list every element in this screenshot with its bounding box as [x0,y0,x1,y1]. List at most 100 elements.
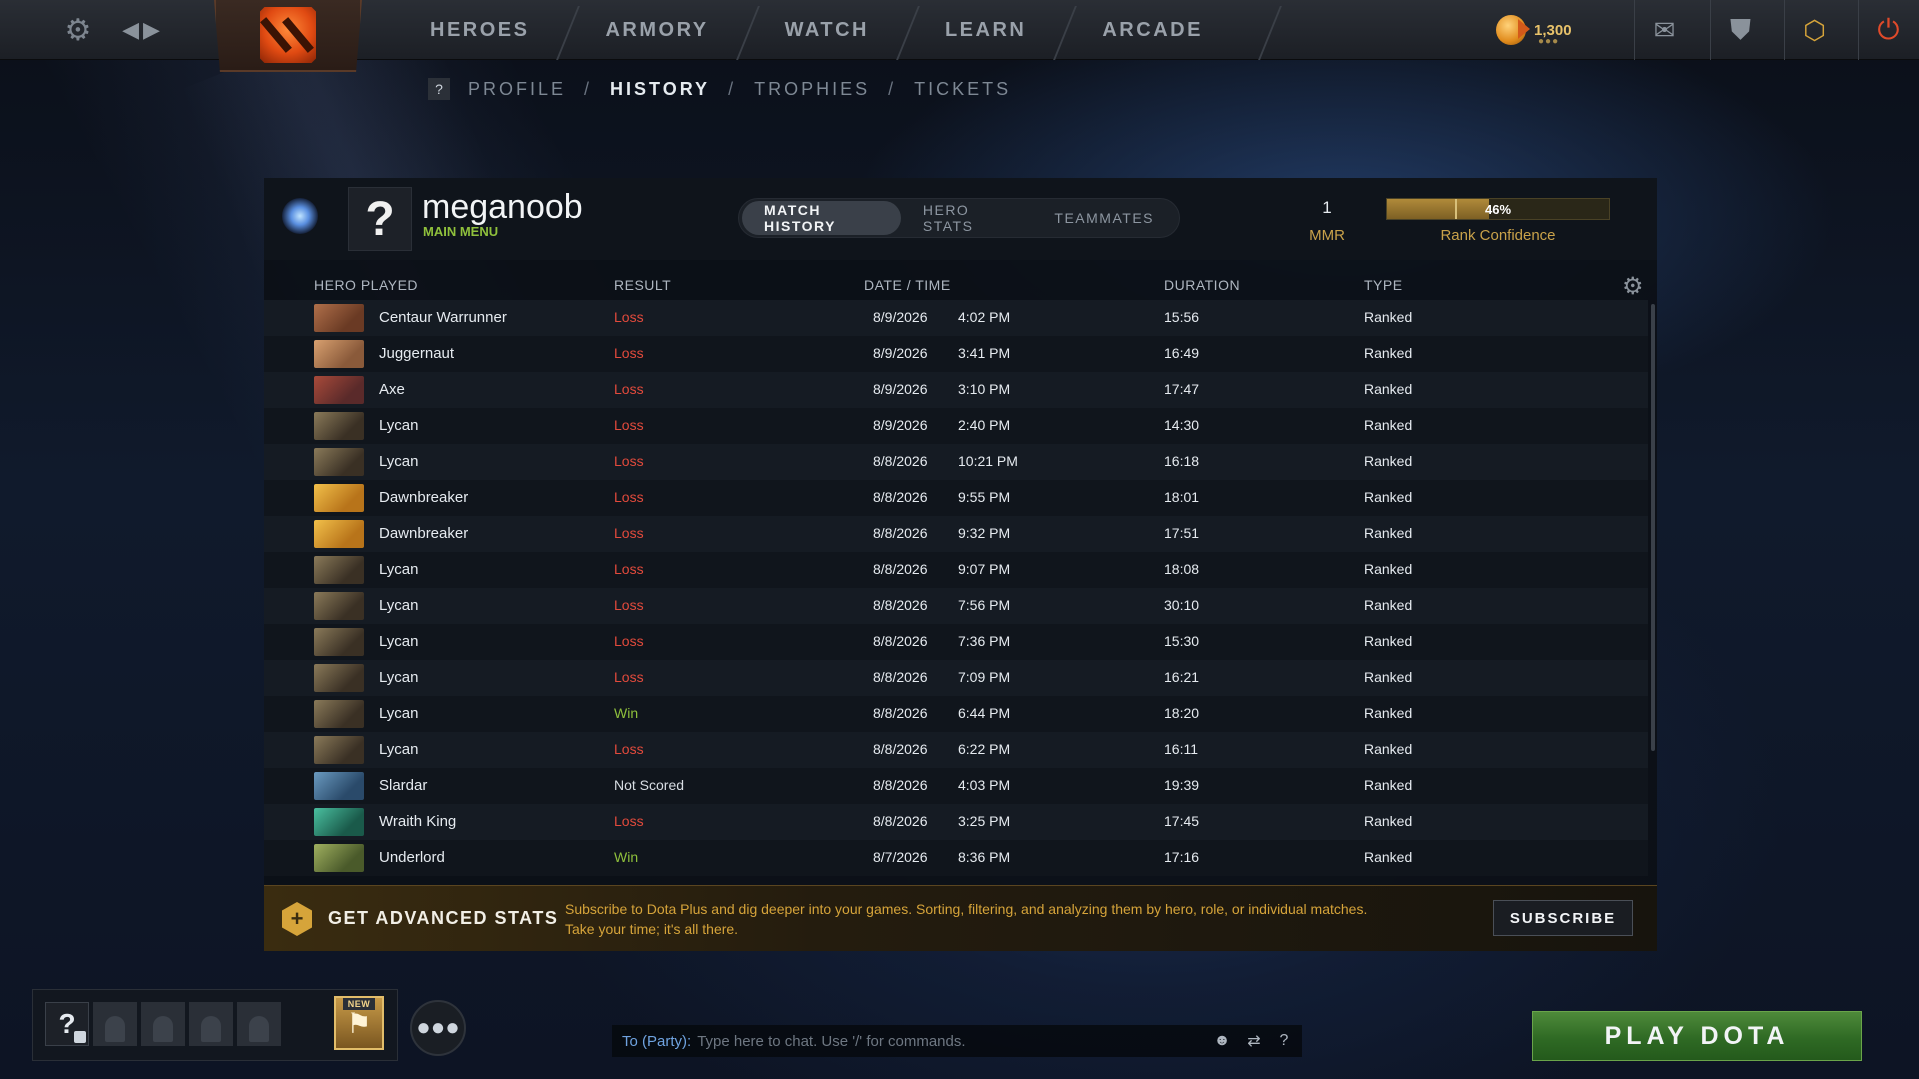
table-row[interactable]: Underlord Win 8/7/2026 8:36 PM 17:16 Ranked [264,840,1648,876]
table-settings-gear-icon[interactable]: ⚙ [1622,272,1644,301]
match-duration: 17:47 [1164,381,1200,397]
emoticon-icon[interactable]: ☻ [1210,1029,1234,1053]
tab-hero-stats[interactable]: HERO STATS [901,201,1033,235]
match-result: Loss [614,813,644,829]
scrollbar[interactable] [1651,304,1655,751]
match-type: Ranked [1364,453,1413,469]
match-result: Loss [614,597,644,613]
match-duration: 18:01 [1164,489,1200,505]
hero-name: Lycan [379,741,419,758]
table-row[interactable]: Lycan Win 8/8/2026 6:44 PM 18:20 Ranked [264,696,1648,732]
person-silhouette-icon [249,1016,269,1042]
shards-display[interactable]: 1,300 ●●● [1496,10,1572,50]
match-type: Ranked [1364,381,1413,397]
match-time: 4:03 PM [958,777,1011,793]
chat-wheel-icon[interactable]: ⇄ [1242,1029,1266,1053]
column-duration[interactable]: DURATION [1164,277,1240,293]
table-row[interactable]: Lycan Loss 8/8/2026 7:56 PM 30:10 Ranked [264,588,1648,624]
hero-name: Dawnbreaker [379,489,469,506]
avatar[interactable]: ? [348,187,412,251]
match-type: Ranked [1364,417,1413,433]
chat-channel-label[interactable]: To (Party): [622,1033,691,1050]
dota-plus-icon[interactable]: ⬡ [1784,0,1844,60]
help-icon[interactable]: ? [428,78,450,100]
match-duration: 19:39 [1164,777,1200,793]
match-time: 4:02 PM [958,309,1011,325]
party-self-slot[interactable]: ? [45,1002,89,1046]
column-date-time[interactable]: DATE / TIME [864,277,951,293]
subnav-trophies[interactable]: TROPHIES [754,79,870,100]
match-date: 8/9/2026 [873,309,928,325]
party-empty-slot[interactable] [93,1002,137,1046]
match-date: 8/8/2026 [873,705,928,721]
match-time: 7:09 PM [958,669,1011,685]
match-time: 9:55 PM [958,489,1011,505]
match-duration: 17:45 [1164,813,1200,829]
match-result: Loss [614,381,644,397]
match-duration: 18:08 [1164,561,1200,577]
subnav-profile[interactable]: PROFILE [468,79,566,100]
chat-input[interactable] [697,1032,1198,1050]
promo-text: Subscribe to Dota Plus and dig deeper in… [565,901,1368,937]
hero-name: Lycan [379,597,419,614]
tab-teammates[interactable]: TEAMMATES [1032,201,1176,235]
shards-icon [1496,15,1526,45]
subnav-history[interactable]: HISTORY [610,79,710,100]
match-type: Ranked [1364,309,1413,325]
person-silhouette-icon [105,1016,125,1042]
match-result: Loss [614,309,644,325]
settings-gear-icon[interactable]: ⚙ [58,0,98,60]
armory-icon[interactable]: ⛊ [1710,0,1770,60]
match-result: Win [614,849,639,865]
table-row[interactable]: Centaur Warrunner Loss 8/9/2026 4:02 PM 15:5… [264,300,1648,336]
subnav-separator: / [584,78,593,99]
table-row[interactable]: Axe Loss 8/9/2026 3:10 PM 17:47 Ranked [264,372,1648,408]
hero-portrait [314,412,364,440]
table-row[interactable]: Lycan Loss 8/8/2026 6:22 PM 16:11 Ranked [264,732,1648,768]
play-dota-button[interactable]: PLAY DOTA [1532,1011,1862,1061]
subscribe-button[interactable]: SUBSCRIBE [1493,900,1633,936]
table-row[interactable]: Lycan Loss 8/8/2026 10:21 PM 16:18 Ranked [264,444,1648,480]
nav-learn[interactable]: LEARN [907,0,1064,60]
table-row[interactable]: Lycan Loss 8/8/2026 7:36 PM 15:30 Ranked [264,624,1648,660]
party-empty-slot[interactable] [189,1002,233,1046]
nav-arcade[interactable]: ARCADE [1064,0,1241,60]
rank-medal-icon[interactable] [282,198,318,234]
table-row[interactable]: Wraith King Loss 8/8/2026 3:25 PM 17:45 Ranke… [264,804,1648,840]
nav-armory[interactable]: ARMORY [567,0,746,60]
nav-watch[interactable]: WATCH [747,0,907,60]
subnav-tickets[interactable]: TICKETS [914,79,1011,100]
table-row[interactable]: Dawnbreaker Loss 8/8/2026 9:32 PM 17:51 Ranke… [264,516,1648,552]
chat-bar: To (Party): ☻ ⇄ ? [612,1025,1302,1057]
hero-portrait [314,664,364,692]
column-result[interactable]: RESULT [614,277,671,293]
match-time: 9:32 PM [958,525,1011,541]
match-type: Ranked [1364,489,1413,505]
username: meganoob [422,188,583,226]
table-row[interactable]: Lycan Loss 8/8/2026 9:07 PM 18:08 Ranked [264,552,1648,588]
table-row[interactable]: Slardar Not Scored 8/8/2026 4:03 PM 19:39 Ran… [264,768,1648,804]
hero-portrait [314,628,364,656]
column-hero-played[interactable]: HERO PLAYED [314,277,418,293]
table-row[interactable]: Lycan Loss 8/8/2026 7:09 PM 16:21 Ranked [264,660,1648,696]
hero-name: Lycan [379,633,419,650]
nav-heroes[interactable]: HEROES [392,0,567,60]
match-result: Loss [614,525,644,541]
chat-help-icon[interactable]: ? [1272,1029,1296,1053]
back-forward-arrows-icon[interactable]: ◀▶ [118,0,168,60]
tab-match-history[interactable]: MATCH HISTORY [742,201,901,235]
table-row[interactable]: Dawnbreaker Loss 8/8/2026 9:55 PM 18:01 Ranke… [264,480,1648,516]
table-row[interactable]: Juggernaut Loss 8/9/2026 3:41 PM 16:49 Ranked [264,336,1648,372]
match-result: Win [614,705,639,721]
person-silhouette-icon [153,1016,173,1042]
dota-logo-button[interactable] [214,0,362,72]
party-empty-slot[interactable] [237,1002,281,1046]
party-empty-slot[interactable] [141,1002,185,1046]
hero-name: Axe [379,381,405,398]
friends-icon[interactable]: ●●● [410,1000,466,1056]
mail-icon[interactable]: ✉ [1634,0,1694,60]
column-type[interactable]: TYPE [1364,277,1403,293]
table-row[interactable]: Lycan Loss 8/9/2026 2:40 PM 14:30 Ranked [264,408,1648,444]
power-icon[interactable]: ⏻ [1858,0,1918,60]
hero-name: Underlord [379,849,445,866]
